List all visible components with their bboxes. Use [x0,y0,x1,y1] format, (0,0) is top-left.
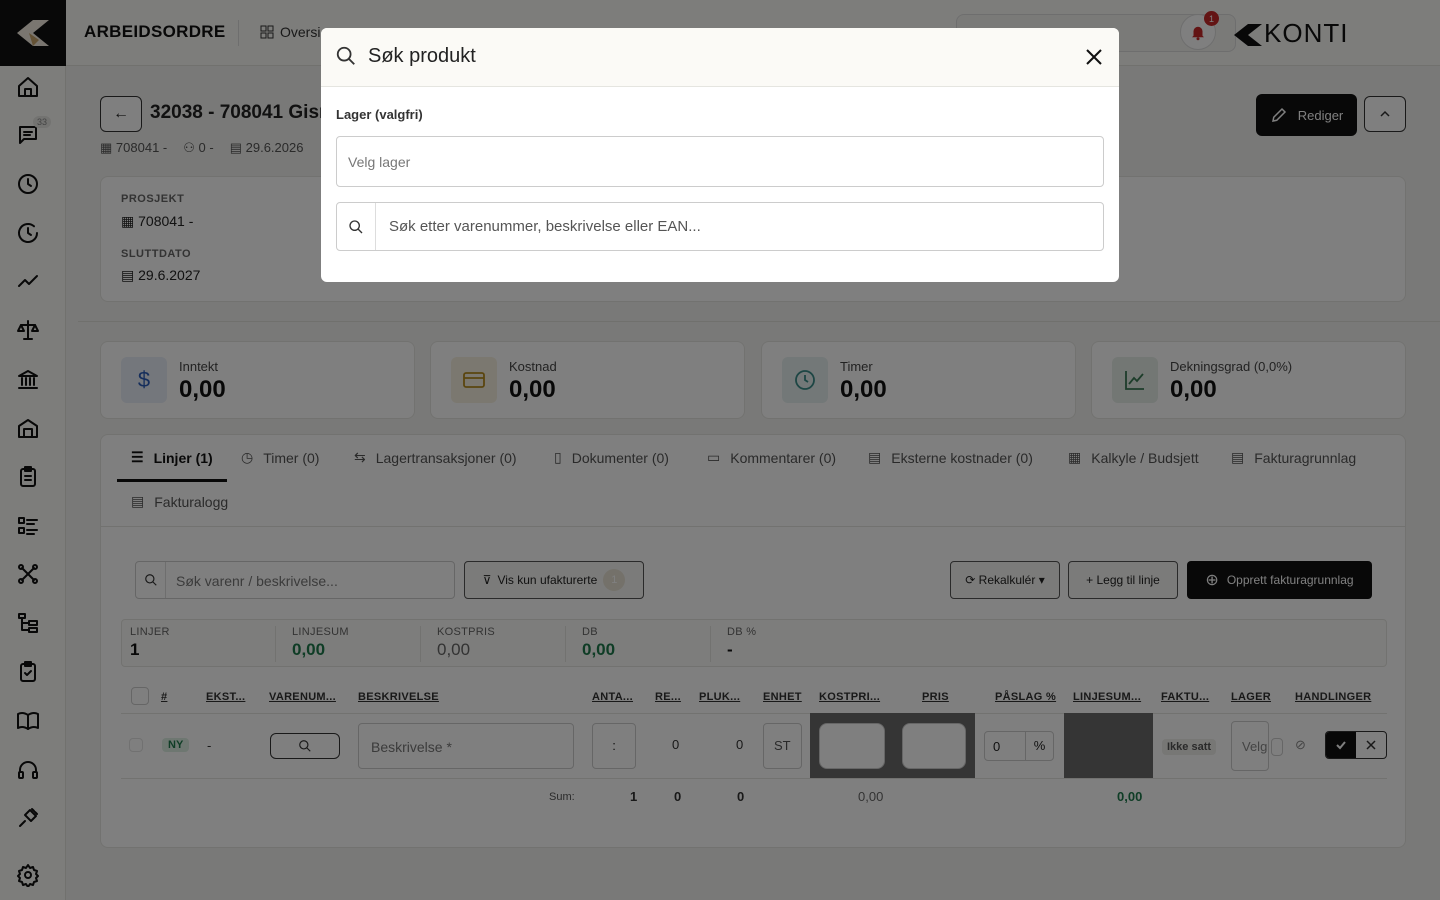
product-search-placeholder: Søk etter varenummer, beskrivelse eller … [389,218,701,235]
search-icon [337,203,376,250]
modal-header: Søk produkt [321,28,1119,87]
warehouse-placeholder: Velg lager [348,154,411,170]
modal-title: Søk produkt [368,45,476,67]
close-button[interactable] [1083,46,1105,68]
search-icon [335,45,357,70]
warehouse-select[interactable]: Velg lager [336,136,1104,187]
product-search-input[interactable]: Søk etter varenummer, beskrivelse eller … [336,202,1104,251]
warehouse-label: Lager (valgfri) [336,107,423,122]
product-search-modal: Søk produkt Lager (valgfri) Velg lager S… [321,28,1119,282]
close-icon [1086,49,1102,65]
